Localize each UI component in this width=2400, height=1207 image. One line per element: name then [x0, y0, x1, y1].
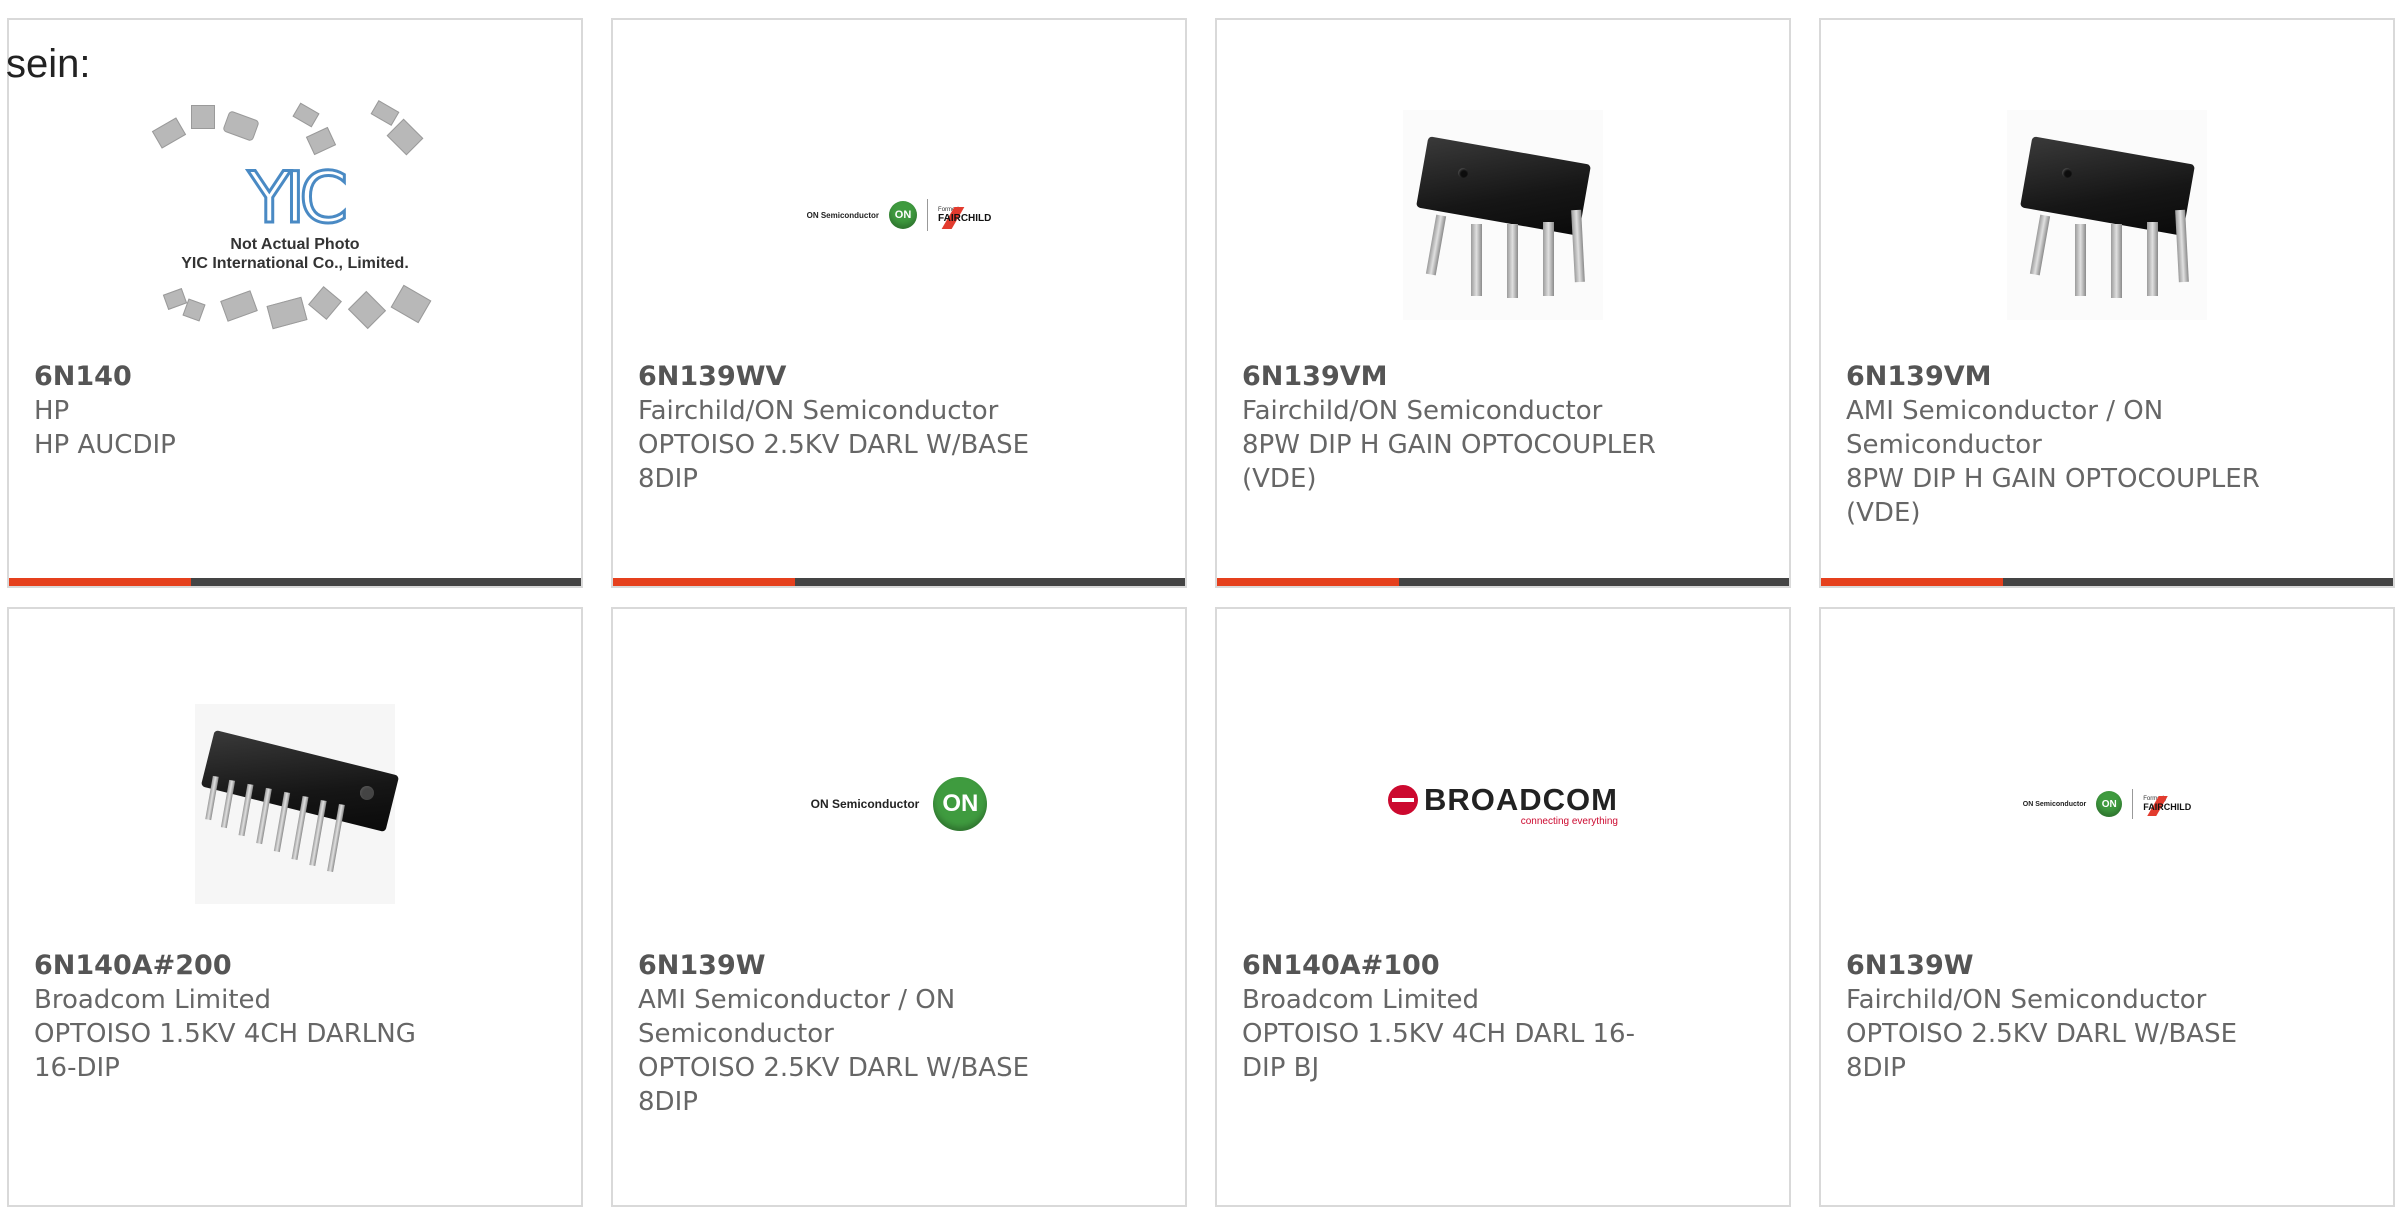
yic-logo: YIC: [246, 156, 349, 241]
part-number[interactable]: 6N139VM: [1846, 360, 2276, 394]
product-card[interactable]: BROADCOM connecting everything 6N140A#10…: [1215, 607, 1791, 1207]
part-number[interactable]: 6N140: [34, 360, 464, 394]
manufacturer: HP: [34, 396, 70, 426]
manufacturer: Broadcom Limited: [1242, 985, 1480, 1015]
part-number[interactable]: 6N139W: [1846, 949, 2276, 983]
broadcom-wordmark: BROADCOM: [1424, 781, 1618, 817]
part-description: OPTOISO 1.5KV 4CH DARLNG 16-DIP: [34, 1019, 416, 1083]
product-card[interactable]: YIC Not Actual Photo YIC International C…: [7, 18, 583, 588]
on-logo-icon: ON: [889, 201, 918, 229]
product-image-onsemi-fairchild[interactable]: ON Semiconductor ON Formerly FAIRCHILD: [1821, 659, 2393, 949]
product-card[interactable]: ON Semiconductor ON 6N139W AMI Semicondu…: [611, 607, 1187, 1207]
part-number[interactable]: 6N139WV: [638, 360, 1068, 394]
card-bar: [9, 578, 581, 586]
manufacturer: AMI Semiconductor / ON Semiconductor: [638, 985, 956, 1049]
onsemi-wordmark: ON Semiconductor: [810, 797, 920, 811]
part-description: OPTOISO 2.5KV DARL W/BASE 8DIP: [638, 430, 1030, 494]
onsemi-wordmark: ON Semiconductor: [2022, 800, 2087, 808]
product-image-dip8[interactable]: [1821, 70, 2393, 360]
manufacturer: Fairchild/ON Semiconductor: [1242, 396, 1603, 426]
part-number[interactable]: 6N139VM: [1242, 360, 1672, 394]
product-image-broadcom[interactable]: BROADCOM connecting everything: [1217, 659, 1789, 949]
product-image-dip8[interactable]: [1217, 70, 1789, 360]
manufacturer: Fairchild/ON Semiconductor: [1846, 985, 2207, 1015]
placeholder-company: YIC International Co., Limited.: [181, 255, 409, 272]
product-card[interactable]: 6N140A#200 Broadcom Limited OPTOISO 1.5K…: [7, 607, 583, 1207]
product-card[interactable]: ON Semiconductor ON Formerly FAIRCHILD 6…: [611, 18, 1187, 588]
part-number[interactable]: 6N140A#100: [1242, 949, 1672, 983]
manufacturer: AMI Semiconductor / ON Semiconductor: [1846, 396, 2164, 460]
card-bar: [1217, 578, 1789, 586]
part-description: 8PW DIP H GAIN OPTOCOUPLER (VDE): [1846, 464, 2260, 528]
product-image-dip16[interactable]: [9, 659, 581, 949]
fairchild-wordmark: FAIRCHILD: [938, 206, 991, 229]
on-logo-icon: ON: [933, 777, 988, 831]
manufacturer: Broadcom Limited: [34, 985, 272, 1015]
intro-text: sein:: [6, 42, 91, 86]
broadcom-logo-icon: [1388, 784, 1418, 815]
product-grid: YIC Not Actual Photo YIC International C…: [0, 0, 2400, 1207]
part-description: OPTOISO 2.5KV DARL W/BASE 8DIP: [1846, 1019, 2238, 1083]
product-card[interactable]: ON Semiconductor ON Formerly FAIRCHILD 6…: [1819, 607, 2395, 1207]
product-image-onsemi[interactable]: ON Semiconductor ON: [613, 659, 1185, 949]
product-image-placeholder[interactable]: YIC Not Actual Photo YIC International C…: [9, 70, 581, 360]
placeholder-caption: Not Actual Photo: [230, 236, 360, 253]
part-description: OPTOISO 1.5KV 4CH DARL 16-DIP BJ: [1242, 1019, 1635, 1083]
part-description: 8PW DIP H GAIN OPTOCOUPLER (VDE): [1242, 430, 1656, 494]
product-card[interactable]: 6N139VM Fairchild/ON Semiconductor 8PW D…: [1215, 18, 1791, 588]
part-number[interactable]: 6N139W: [638, 949, 1068, 983]
part-description: OPTOISO 2.5KV DARL W/BASE 8DIP: [638, 1053, 1030, 1117]
card-bar: [1821, 578, 2393, 586]
product-card[interactable]: 6N139VM AMI Semiconductor / ON Semicondu…: [1819, 18, 2395, 588]
manufacturer: Fairchild/ON Semiconductor: [638, 396, 999, 426]
broadcom-tagline: connecting everything: [1520, 815, 1618, 827]
part-number[interactable]: 6N140A#200: [34, 949, 464, 983]
onsemi-wordmark: ON Semiconductor: [806, 210, 880, 220]
card-bar: [613, 578, 1185, 586]
on-logo-icon: ON: [2096, 791, 2123, 817]
fairchild-wordmark: FAIRCHILD: [2143, 796, 2191, 816]
product-image-onsemi-fairchild[interactable]: ON Semiconductor ON Formerly FAIRCHILD: [613, 70, 1185, 360]
part-description: HP AUCDIP: [34, 430, 176, 460]
